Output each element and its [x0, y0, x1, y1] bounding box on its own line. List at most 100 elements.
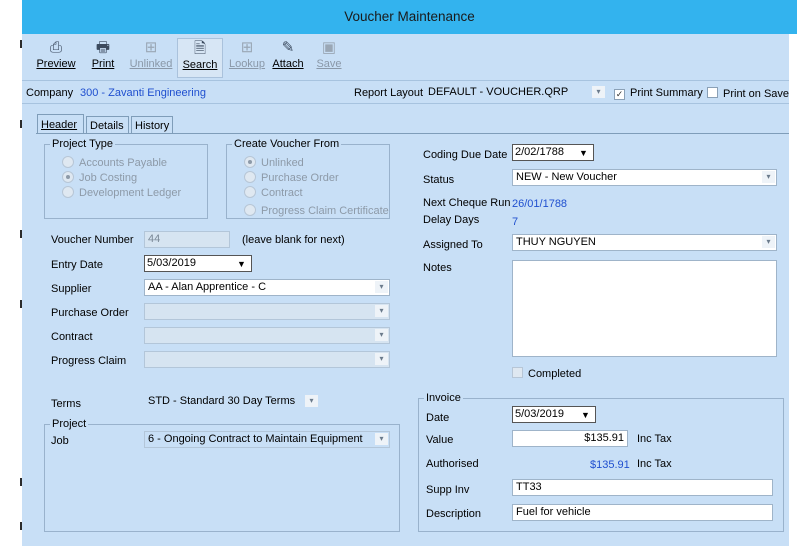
- radio-label: Contract: [261, 187, 303, 199]
- info-bar-divider: [22, 103, 789, 104]
- job-select[interactable]: 6 - Ongoing Contract to Maintain Equipme…: [144, 431, 390, 448]
- chevron-down-icon[interactable]: ▾: [375, 353, 388, 365]
- search-button[interactable]: 🗎 Search: [177, 38, 223, 78]
- unlinked-button[interactable]: ⊞ Unlinked: [129, 38, 173, 76]
- chevron-down-icon[interactable]: ▾: [592, 86, 605, 98]
- attach-button-label: Attach: [272, 58, 304, 70]
- authorised-label: Authorised: [426, 458, 479, 470]
- search-icon: 🗎: [193, 40, 207, 57]
- company-label: Company: [26, 87, 74, 99]
- voucher-number-label: Voucher Number: [51, 234, 134, 246]
- report-layout-select[interactable]: DEFAULT - VOUCHER.QRP ▾: [424, 84, 607, 101]
- chevron-down-icon[interactable]: ▾: [762, 171, 775, 183]
- supplier-select[interactable]: AA - Alan Apprentice - C ▾: [144, 279, 390, 296]
- invoice-group-title: Invoice: [424, 392, 463, 404]
- entry-date-label: Entry Date: [51, 259, 103, 271]
- entry-date-value: 5/03/2019: [147, 257, 196, 269]
- terms-value: STD - Standard 30 Day Terms: [148, 395, 296, 407]
- radio-development-ledger[interactable]: Development Ledger: [62, 186, 181, 199]
- tab-strip-line: [36, 133, 789, 134]
- coding-due-date-value: 2/02/1788: [515, 146, 564, 158]
- assigned-to-select[interactable]: THUY NGUYEN ▾: [512, 234, 777, 251]
- create-voucher-from-title: Create Voucher From: [232, 138, 342, 150]
- radio-progress-claim-certificate[interactable]: Progress Claim Certificate: [244, 204, 389, 217]
- print-on-save-checkbox[interactable]: Print on Save: [707, 87, 789, 100]
- checkbox-empty-icon[interactable]: [707, 87, 718, 98]
- purchase-order-select[interactable]: ▾: [144, 303, 390, 320]
- project-group-title: Project: [50, 418, 89, 430]
- chevron-down-icon[interactable]: ▾: [375, 305, 388, 317]
- preview-icon: ⎙: [49, 39, 62, 56]
- radio-empty-icon[interactable]: [62, 156, 74, 168]
- delay-days-value: 7: [512, 216, 519, 228]
- print-summary-label: Print Summary: [630, 87, 703, 99]
- title-bar[interactable]: Voucher Maintenance: [22, 0, 797, 34]
- radio-label: Job Costing: [79, 172, 138, 184]
- chevron-down-icon[interactable]: ▾: [375, 329, 388, 341]
- radio-empty-icon[interactable]: [244, 204, 256, 216]
- authorised-suffix: Inc Tax: [637, 458, 672, 470]
- window-title: Voucher Maintenance: [344, 9, 475, 24]
- completed-checkbox[interactable]: Completed: [512, 367, 581, 380]
- voucher-number-field[interactable]: 44: [144, 231, 230, 248]
- supplier-value: AA - Alan Apprentice - C: [148, 281, 267, 293]
- completed-label: Completed: [528, 368, 582, 380]
- radio-job-costing[interactable]: Job Costing: [62, 171, 137, 184]
- print-summary-checkbox[interactable]: ✓ Print Summary: [614, 87, 703, 100]
- radio-selected-icon[interactable]: [244, 156, 256, 168]
- invoice-value-field[interactable]: $135.91: [512, 430, 628, 447]
- tab-history[interactable]: History: [131, 116, 173, 134]
- checkbox-empty-icon[interactable]: [512, 367, 523, 378]
- search-button-label: Search: [182, 59, 218, 71]
- report-layout-value: DEFAULT - VOUCHER.QRP: [428, 86, 569, 98]
- chevron-down-icon[interactable]: ▼: [579, 409, 592, 421]
- radio-empty-icon[interactable]: [244, 171, 256, 183]
- binoculars-icon: ⊞: [240, 39, 254, 56]
- print-button[interactable]: 🖶 Print: [84, 38, 122, 76]
- paperclip-icon: ✎: [281, 39, 295, 56]
- preview-button[interactable]: ⎙ Preview: [36, 38, 76, 76]
- radio-contract[interactable]: Contract: [244, 186, 303, 199]
- chevron-down-icon[interactable]: ▼: [235, 258, 248, 270]
- next-cheque-run-value: 26/01/1788: [512, 198, 568, 210]
- chevron-down-icon[interactable]: ▾: [375, 433, 388, 445]
- save-button[interactable]: ▣ Save: [312, 38, 346, 76]
- supp-inv-field[interactable]: TT33: [512, 479, 773, 496]
- entry-date-picker[interactable]: 5/03/2019 ▼: [144, 255, 252, 272]
- radio-label: Purchase Order: [261, 172, 339, 184]
- description-label: Description: [426, 508, 482, 520]
- contract-select[interactable]: ▾: [144, 327, 390, 344]
- checkbox-checked-icon[interactable]: ✓: [614, 89, 625, 100]
- chevron-down-icon[interactable]: ▼: [577, 147, 590, 159]
- radio-empty-icon[interactable]: [244, 186, 256, 198]
- contract-label: Contract: [51, 331, 93, 343]
- supp-inv-label: Supp Inv: [426, 484, 470, 496]
- coding-due-date-picker[interactable]: 2/02/1788 ▼: [512, 144, 594, 161]
- radio-label: Unlinked: [261, 157, 304, 169]
- description-field[interactable]: Fuel for vehicle: [512, 504, 773, 521]
- radio-accounts-payable[interactable]: Accounts Payable: [62, 156, 167, 169]
- progress-claim-select[interactable]: ▾: [144, 351, 390, 368]
- lookup-button[interactable]: ⊞ Lookup: [226, 38, 268, 76]
- attach-button[interactable]: ✎ Attach: [270, 38, 306, 76]
- assigned-to-value: THUY NGUYEN: [516, 236, 596, 248]
- report-layout-label: Report Layout: [354, 87, 424, 99]
- chevron-down-icon[interactable]: ▾: [305, 395, 318, 407]
- tab-details[interactable]: Details: [86, 116, 129, 134]
- invoice-value-label: Value: [426, 434, 454, 446]
- printer-icon: 🖶: [95, 39, 111, 56]
- status-select[interactable]: NEW - New Voucher ▾: [512, 169, 777, 186]
- chevron-down-icon[interactable]: ▾: [762, 236, 775, 248]
- invoice-date-picker[interactable]: 5/03/2019 ▼: [512, 406, 596, 423]
- chevron-down-icon[interactable]: ▾: [375, 281, 388, 293]
- terms-select[interactable]: STD - Standard 30 Day Terms ▾: [144, 393, 320, 410]
- radio-purchase-order[interactable]: Purchase Order: [244, 171, 339, 184]
- coding-due-date-label: Coding Due Date: [423, 149, 508, 161]
- status-value: NEW - New Voucher: [516, 171, 617, 183]
- notes-textarea[interactable]: [512, 260, 777, 357]
- tab-header[interactable]: Header: [37, 114, 84, 134]
- radio-unlinked[interactable]: Unlinked: [244, 156, 304, 169]
- radio-empty-icon[interactable]: [62, 186, 74, 198]
- assigned-to-label: Assigned To: [423, 239, 483, 251]
- radio-selected-icon[interactable]: [62, 171, 74, 183]
